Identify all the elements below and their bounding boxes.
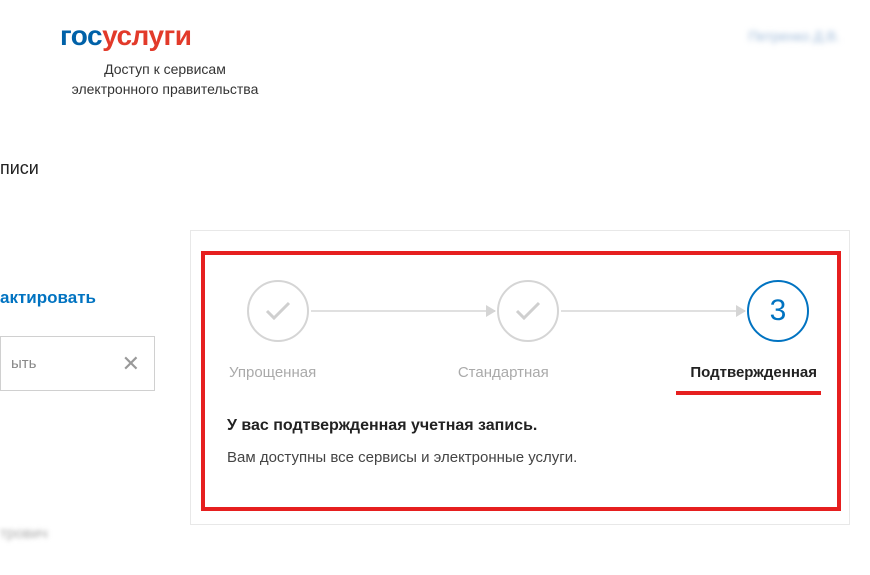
bottom-blurred-text: трович xyxy=(0,525,48,542)
status-title: У вас подтвержденная учетная запись. xyxy=(227,417,817,435)
step-3-number: 3 xyxy=(770,294,787,328)
step-1-circle xyxy=(247,280,309,342)
status-card: 3 Упрощенная Стандартная Подтвержденная … xyxy=(190,230,850,525)
user-name[interactable]: Петренко Д.В. xyxy=(748,28,840,44)
status-description: Вам доступны все сервисы и электронные у… xyxy=(227,449,817,466)
step-3-label: Подтвержденная xyxy=(690,364,817,381)
section-title: писи xyxy=(0,158,39,179)
step-2-circle xyxy=(497,280,559,342)
input-box[interactable]: ыть ✕ xyxy=(0,336,155,391)
step-1-label: Упрощенная xyxy=(229,364,316,381)
edit-link[interactable]: актировать xyxy=(0,288,155,308)
logo-gos: гос xyxy=(60,20,102,51)
logo-uslugi: услуги xyxy=(102,20,191,51)
highlight-box: 3 Упрощенная Стандартная Подтвержденная … xyxy=(201,251,841,511)
close-icon[interactable]: ✕ xyxy=(122,351,140,377)
check-icon xyxy=(514,301,542,321)
tagline: Доступ к сервисам электронного правитель… xyxy=(60,60,270,99)
steps-row: 3 xyxy=(227,280,817,342)
arrow-1 xyxy=(311,310,495,312)
check-icon xyxy=(264,301,292,321)
underline-indicator xyxy=(676,391,821,395)
labels-row: Упрощенная Стандартная Подтвержденная xyxy=(227,364,817,381)
arrow-2 xyxy=(561,310,745,312)
input-label: ыть xyxy=(11,355,36,372)
step-2-label: Стандартная xyxy=(458,364,549,381)
step-3-circle: 3 xyxy=(747,280,809,342)
